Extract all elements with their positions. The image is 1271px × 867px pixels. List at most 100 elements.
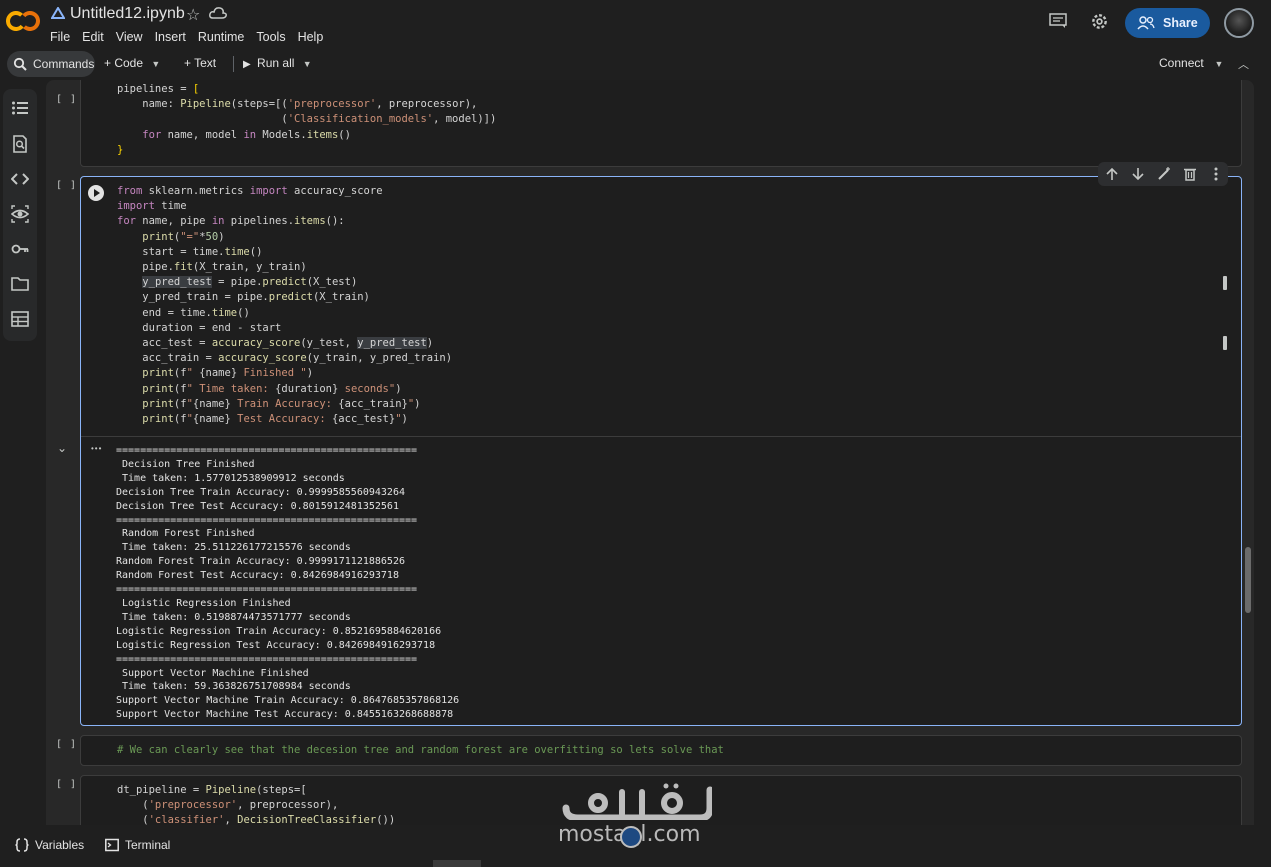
taskbar-fragment bbox=[433, 860, 481, 867]
menu-file[interactable]: File bbox=[50, 30, 70, 44]
output-line: Logistic Regression Finished bbox=[116, 597, 297, 609]
output-line: Logistic Regression Train Accuracy: 0.85… bbox=[116, 625, 442, 637]
cell-execution-count: [ ] bbox=[56, 739, 78, 750]
code-cell-source[interactable]: dt_pipeline = Pipeline(steps=[ ('preproc… bbox=[117, 783, 395, 825]
find-icon[interactable] bbox=[11, 135, 29, 153]
output-line: Decision Tree Train Accuracy: 0.99995855… bbox=[116, 486, 405, 498]
variables-eye-icon[interactable] bbox=[10, 205, 30, 223]
comment-icon[interactable] bbox=[1049, 13, 1067, 29]
commands-label: Commands bbox=[33, 57, 95, 71]
share-label: Share bbox=[1163, 16, 1198, 30]
chevron-down-icon[interactable]: ▼ bbox=[146, 59, 160, 69]
commands-button[interactable]: Commands bbox=[7, 51, 95, 77]
notebook-title[interactable]: Untitled12.ipynb bbox=[70, 5, 185, 23]
add-code-label: + Code bbox=[104, 56, 144, 70]
output-line: Decision Tree Test Accuracy: 0.801591248… bbox=[116, 500, 399, 512]
avatar[interactable] bbox=[1224, 8, 1254, 38]
share-people-icon bbox=[1137, 16, 1155, 30]
scroll-marker bbox=[1223, 276, 1227, 290]
menu-insert[interactable]: Insert bbox=[155, 30, 186, 44]
comment-cell-source[interactable]: # We can clearly see that the decesion t… bbox=[117, 743, 724, 758]
share-button[interactable]: Share bbox=[1125, 8, 1210, 38]
run-all-button[interactable]: ▶ Run all ▼ bbox=[243, 56, 312, 70]
variables-icon bbox=[15, 838, 29, 852]
output-line: Time taken: 1.577012538909912 seconds bbox=[116, 472, 345, 484]
cell-execution-count: [ ] bbox=[56, 94, 78, 105]
header: Untitled12.ipynb ☆ File Edit View Insert… bbox=[0, 0, 1271, 48]
folder-icon[interactable] bbox=[11, 275, 29, 293]
search-icon bbox=[13, 57, 27, 71]
output-line: Support Vector Machine Finished bbox=[116, 667, 315, 679]
connect-label: Connect bbox=[1159, 56, 1204, 70]
chevron-down-icon[interactable]: ▼ bbox=[1207, 59, 1224, 69]
left-rail bbox=[3, 89, 37, 341]
menu-edit[interactable]: Edit bbox=[82, 30, 104, 44]
output-line: Support Vector Machine Train Accuracy: 0… bbox=[116, 695, 460, 707]
variables-label: Variables bbox=[35, 838, 85, 852]
add-text-button[interactable]: + Text bbox=[184, 56, 216, 70]
table-icon[interactable] bbox=[11, 310, 29, 328]
gear-icon[interactable] bbox=[1090, 12, 1109, 31]
run-cell-button[interactable] bbox=[88, 185, 104, 201]
drive-icon[interactable] bbox=[50, 6, 66, 21]
notebook-area: [ ] pipelines = [ name: Pipeline(steps=[… bbox=[46, 80, 1254, 825]
mostaql-arabic-logo bbox=[562, 783, 712, 820]
output-line: Random Forest Finished bbox=[116, 528, 261, 540]
output-line: ========================================… bbox=[116, 653, 418, 665]
star-icon[interactable]: ☆ bbox=[186, 5, 200, 25]
key-icon[interactable] bbox=[11, 240, 29, 258]
terminal-button[interactable]: Terminal bbox=[105, 838, 170, 852]
cell-execution-count: [ ] bbox=[56, 180, 78, 191]
arrow-down-icon[interactable] bbox=[1130, 166, 1146, 182]
run-all-label: Run all bbox=[257, 56, 295, 70]
more-vert-icon[interactable] bbox=[1208, 166, 1224, 182]
output-actions-icon[interactable]: ••• bbox=[91, 444, 102, 453]
play-icon: ▶ bbox=[243, 59, 251, 70]
arrow-up-icon[interactable] bbox=[1104, 166, 1120, 182]
cell-execution-count: [ ] bbox=[56, 779, 78, 790]
output-line: Time taken: 59.363826751708984 seconds bbox=[116, 681, 351, 693]
add-text-label: + Text bbox=[184, 56, 217, 70]
mostaql-watermark: mostaql.com bbox=[558, 778, 718, 848]
chevron-down-icon[interactable]: ▼ bbox=[298, 59, 312, 69]
variables-button[interactable]: Variables bbox=[15, 838, 84, 852]
code-icon[interactable] bbox=[10, 170, 30, 188]
add-code-button[interactable]: + Code ▼ bbox=[104, 56, 160, 70]
code-cell-source[interactable]: pipelines = [ name: Pipeline(steps=[('pr… bbox=[117, 82, 496, 158]
output-line: Random Forest Test Accuracy: 0.842698491… bbox=[116, 570, 399, 582]
code-cell-source[interactable]: from sklearn.metrics import accuracy_sco… bbox=[117, 184, 452, 427]
terminal-label: Terminal bbox=[125, 838, 171, 852]
toc-icon[interactable] bbox=[11, 99, 29, 117]
mostaql-badge-icon bbox=[620, 826, 642, 848]
output-line: Time taken: 0.5198874473571777 seconds bbox=[116, 611, 351, 623]
toolbar-divider bbox=[233, 56, 234, 72]
output-line: Decision Tree Finished bbox=[116, 458, 261, 470]
collapse-output-icon[interactable]: ⌄ bbox=[57, 441, 67, 455]
toolbar: Commands + Code ▼ + Text ▶ Run all ▼ Con… bbox=[0, 48, 1271, 80]
notebook-scrollbar[interactable] bbox=[1245, 547, 1251, 613]
cloud-icon[interactable] bbox=[209, 6, 227, 20]
collapse-header-icon[interactable]: ︿ bbox=[1238, 56, 1249, 72]
menu-help[interactable]: Help bbox=[298, 30, 324, 44]
output-line: ========================================… bbox=[116, 514, 418, 526]
connect-button[interactable]: Connect ▼ bbox=[1159, 56, 1223, 70]
menu-runtime[interactable]: Runtime bbox=[198, 30, 245, 44]
cell-toolbar bbox=[1098, 162, 1228, 186]
comment-text: # We can clearly see that the decesion t… bbox=[117, 744, 724, 756]
output-line: Support Vector Machine Test Accuracy: 0.… bbox=[116, 709, 454, 721]
edit-icon[interactable] bbox=[1156, 166, 1172, 182]
cell-output: ========================================… bbox=[116, 444, 459, 722]
output-line: ========================================… bbox=[116, 584, 418, 596]
terminal-icon bbox=[105, 838, 119, 852]
menu-view[interactable]: View bbox=[116, 30, 143, 44]
output-line: ========================================… bbox=[116, 445, 418, 456]
menu-tools[interactable]: Tools bbox=[256, 30, 285, 44]
output-line: Time taken: 25.511226177215576 seconds bbox=[116, 542, 351, 554]
output-divider bbox=[81, 436, 1241, 437]
output-line: Logistic Regression Test Accuracy: 0.842… bbox=[116, 639, 436, 651]
menu-bar: File Edit View Insert Runtime Tools Help bbox=[50, 30, 335, 44]
scroll-marker bbox=[1223, 336, 1227, 350]
colab-logo[interactable] bbox=[6, 8, 40, 34]
trash-icon[interactable] bbox=[1182, 166, 1198, 182]
output-line: Random Forest Train Accuracy: 0.99991711… bbox=[116, 556, 405, 568]
